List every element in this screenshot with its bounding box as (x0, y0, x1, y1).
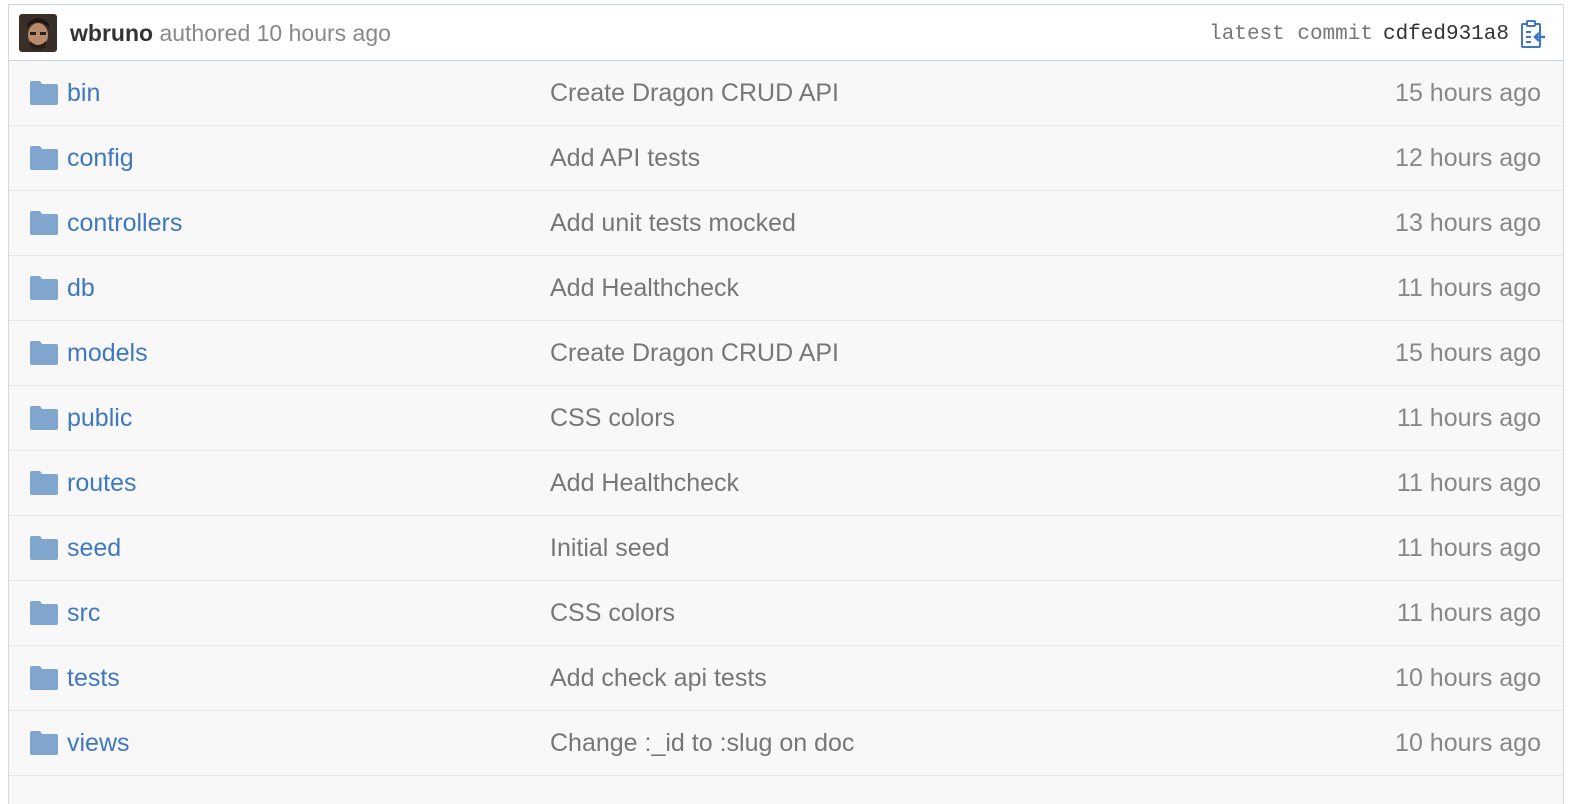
author-name[interactable]: wbruno (70, 20, 153, 46)
commit-message-link[interactable]: CSS colors (550, 402, 675, 434)
commit-message-link[interactable]: Add unit tests mocked (550, 207, 796, 239)
commit-sha[interactable]: cdfed931a8 (1383, 23, 1509, 46)
file-age: 12 hours ago (1395, 144, 1541, 172)
file-name-link[interactable]: bin (67, 77, 100, 109)
file-age: 10 hours ago (1395, 729, 1541, 757)
file-row-controllers[interactable]: controllers Add unit tests mocked 13 hou… (9, 191, 1563, 256)
folder-icon (30, 81, 58, 105)
folder-icon (30, 211, 58, 235)
commit-message-link[interactable]: Add Healthcheck (550, 467, 739, 499)
file-age: 11 hours ago (1396, 534, 1541, 562)
file-age: 11 hours ago (1396, 599, 1541, 627)
avatar-image (19, 14, 57, 52)
commit-message-link[interactable]: Add check api tests (550, 662, 767, 694)
folder-icon (30, 146, 58, 170)
latest-commit-bar: wbruno authored 10 hours ago latest comm… (9, 4, 1563, 61)
file-row-routes[interactable]: routes Add Healthcheck 11 hours ago (9, 451, 1563, 516)
file-name-link[interactable]: config (67, 142, 134, 174)
avatar[interactable] (19, 14, 57, 52)
commit-message-link[interactable]: Create Dragon CRUD API (550, 77, 839, 109)
file-name-link[interactable]: public (67, 402, 132, 434)
file-row-seed[interactable]: seed Initial seed 11 hours ago (9, 516, 1563, 581)
file-name-link[interactable]: seed (67, 532, 121, 564)
folder-icon (30, 536, 58, 560)
file-age: 13 hours ago (1395, 209, 1541, 237)
commit-time: 10 hours ago (256, 20, 391, 46)
commit-message-link[interactable]: Add API tests (550, 142, 700, 174)
file-age: 15 hours ago (1395, 339, 1541, 367)
file-name-link[interactable]: controllers (67, 207, 182, 239)
latest-commit-label: latest commit (1209, 23, 1373, 46)
file-row-public[interactable]: public CSS colors 11 hours ago (9, 386, 1563, 451)
file-row-models[interactable]: models Create Dragon CRUD API 15 hours a… (9, 321, 1563, 386)
commit-message-link[interactable]: Initial seed (550, 532, 670, 564)
file-row-db[interactable]: db Add Healthcheck 11 hours ago (9, 256, 1563, 321)
latest-commit-info: latest commit cdfed931a8 (1209, 20, 1509, 50)
folder-icon (30, 666, 58, 690)
commit-message-link[interactable]: CSS colors (550, 597, 675, 629)
file-name-link[interactable]: routes (67, 467, 136, 499)
file-row-config[interactable]: config Add API tests 12 hours ago (9, 126, 1563, 191)
commit-message-link[interactable]: Add Healthcheck (550, 272, 739, 304)
clipboard-icon[interactable] (1519, 20, 1547, 50)
file-row-bin[interactable]: bin Create Dragon CRUD API 15 hours ago (9, 61, 1563, 126)
file-age: 11 hours ago (1396, 404, 1541, 432)
file-name-link[interactable]: tests (67, 662, 120, 694)
commit-message-link[interactable]: Create Dragon CRUD API (550, 337, 839, 369)
file-browser: wbruno authored 10 hours ago latest comm… (8, 4, 1564, 804)
folder-icon (30, 731, 58, 755)
folder-icon (30, 471, 58, 495)
file-age: 15 hours ago (1395, 79, 1541, 107)
file-row-src[interactable]: src CSS colors 11 hours ago (9, 581, 1563, 646)
file-row-tests[interactable]: tests Add check api tests 10 hours ago (9, 646, 1563, 711)
file-name-link[interactable]: db (67, 272, 95, 304)
file-name-link[interactable]: models (67, 337, 148, 369)
folder-icon (30, 406, 58, 430)
file-name-link[interactable]: src (67, 597, 100, 629)
file-row-views[interactable]: views Change :_id to :slug on doc 10 hou… (9, 711, 1563, 776)
folder-icon (30, 341, 58, 365)
folder-icon (30, 601, 58, 625)
authored-label: authored (159, 20, 251, 46)
file-age: 11 hours ago (1396, 274, 1541, 302)
commit-author-line: wbruno authored 10 hours ago (70, 18, 391, 48)
file-age: 10 hours ago (1395, 664, 1541, 692)
file-age: 11 hours ago (1396, 469, 1541, 497)
file-list: bin Create Dragon CRUD API 15 hours ago … (9, 61, 1563, 776)
file-name-link[interactable]: views (67, 727, 130, 759)
folder-icon (30, 276, 58, 300)
commit-message-link[interactable]: Change :_id to :slug on doc (550, 727, 854, 759)
